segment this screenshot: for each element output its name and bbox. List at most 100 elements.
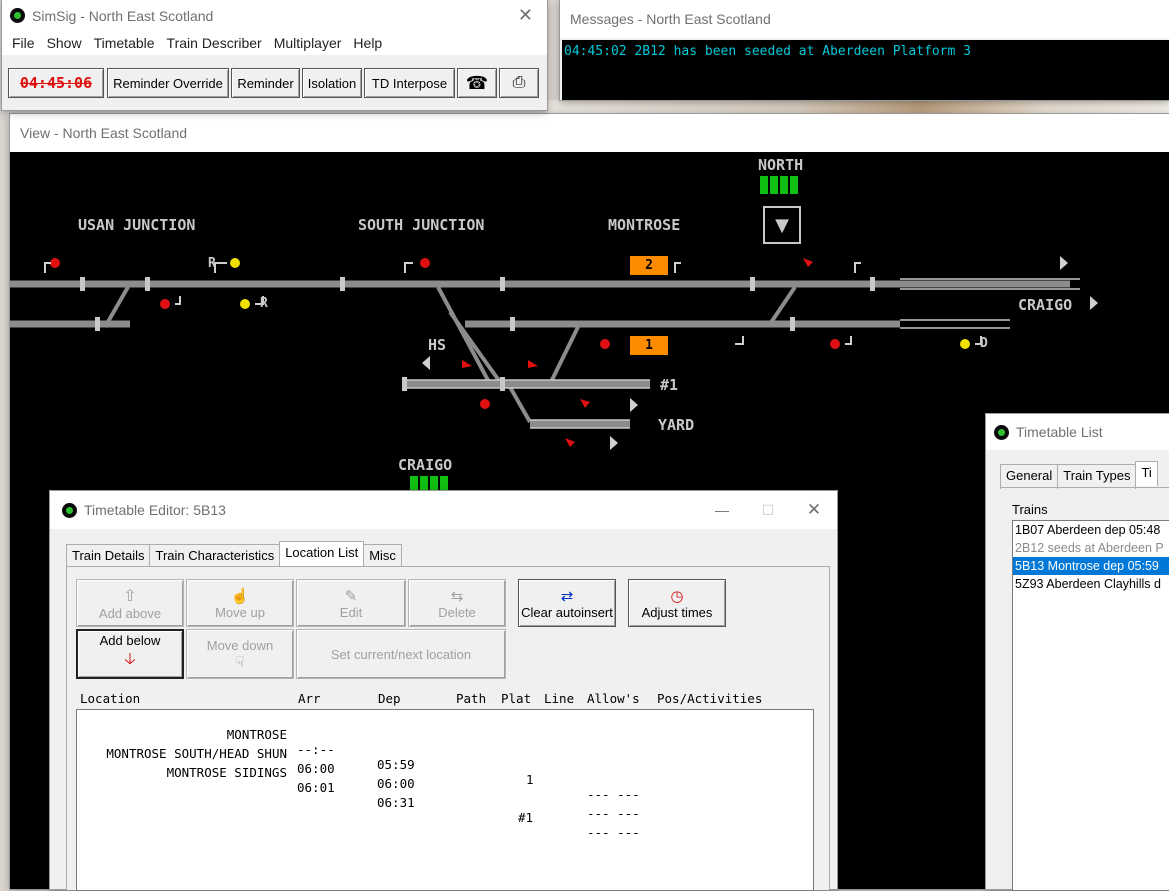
column-header-path: Path [456,691,487,706]
menu-help[interactable]: Help [347,35,388,51]
close-icon[interactable]: ✕ [791,500,837,520]
cell-allows: --- --- [587,787,640,802]
minimize-icon[interactable]: — [699,502,745,518]
simsig-main-window: SimSig - North East Scotland ✕ File Show… [2,0,547,110]
list-item[interactable]: 2B12 seeds at Aberdeen P [1013,539,1169,557]
isolation-button[interactable]: Isolation [302,68,362,98]
menu-train-describer[interactable]: Train Describer [161,35,268,51]
list-item-selected[interactable]: 5B13 Montrose dep 05:59 [1013,557,1169,575]
column-header-plat: Plat [501,691,532,706]
tab-general[interactable]: General [1000,464,1059,489]
menu-timetable[interactable]: Timetable [88,35,161,51]
main-menubar: File Show Timetable Train Describer Mult… [2,31,547,55]
column-header-line: Line [544,691,575,706]
td-interpose-button[interactable]: TD Interpose [364,68,455,98]
messages-titlebar: Messages - North East Scotland [560,0,1169,38]
move-down-button[interactable]: Move down ☟ [186,629,294,679]
reminder-override-button[interactable]: Reminder Override [107,68,229,98]
list-item[interactable]: 5Z93 Aberdeen Clayhills d [1013,575,1169,593]
cell-plat: #1 [518,810,534,825]
cell-location: MONTROSE SIDINGS [166,765,287,780]
cell-arr: 06:01 [297,780,335,795]
table-row[interactable]: MONTROSE --:-- 05:59 1 --- --- [77,712,807,802]
reminder-button[interactable]: Reminder [231,68,300,98]
main-titlebar: SimSig - North East Scotland ✕ [2,0,547,31]
label-usan-junction: USAN JUNCTION [78,216,196,234]
delete-button[interactable]: ⇆ Delete [408,579,506,627]
label-montrose: MONTROSE [608,216,681,234]
clock-icon: ◷ [670,587,684,605]
trains-list[interactable]: 1B07 Aberdeen dep 05:48 2B12 seeds at Ab… [1012,520,1169,891]
arrow-down-icon: 🡣 [124,651,136,668]
tab-train-types[interactable]: Train Types [1057,464,1137,489]
printer-icon[interactable]: ⎙ [499,68,539,98]
move-up-button[interactable]: ☝ Move up [186,579,294,627]
column-header-pos-activities: Pos/Activities [657,691,763,706]
column-header-arr: Arr [298,691,321,706]
cell-plat: 1 [526,772,534,787]
add-below-button[interactable]: Add below 🡣 [76,629,184,679]
telephone-icon[interactable]: ☎ [457,68,497,98]
north-indicator [760,176,800,194]
view-title: View - North East Scotland [20,125,188,141]
simsig-app-icon [10,8,25,23]
tab-location-list[interactable]: Location List [279,541,365,566]
menu-multiplayer[interactable]: Multiplayer [268,35,348,51]
crossover-montrose [548,326,580,385]
timetable-list-window: Timetable List General Train Types Ti Tr… [986,414,1169,891]
set-current-next-button[interactable]: Set current/next location [296,629,506,679]
cell-allows: --- --- [587,806,640,821]
adjust-times-button[interactable]: ◷ Adjust times [628,579,726,627]
label-r1: R [208,256,216,271]
berth-platform-1[interactable]: 1 [630,336,668,355]
table-row[interactable]: MONTROSE SIDINGS 06:01 06:31 #1 --- --- [77,750,807,840]
messages-window: Messages - North East Scotland 04:45:02 … [560,0,1169,100]
close-icon[interactable]: ✕ [518,5,533,26]
hand-up-icon: ☝ [230,587,250,605]
label-craigo-bottom: CRAIGO [398,456,453,474]
tab-timetables[interactable]: Ti [1135,461,1158,486]
craigo-indicator [410,476,450,490]
autoinsert-icon: ⇄ [560,587,574,605]
column-header-location: Location [80,691,141,706]
north-interface-icon[interactable]: ▼ [763,206,801,244]
berth-platform-2[interactable]: 2 [630,256,668,275]
messages-pane[interactable]: 04:45:02 2B12 has been seeded at Aberdee… [562,40,1169,100]
menu-show[interactable]: Show [41,35,88,51]
edit-button[interactable]: ✎ Edit [296,579,406,627]
cell-allows: --- --- [587,825,640,840]
editor-titlebar: Timetable Editor: 5B13 — ☐ ✕ [50,491,837,529]
label-yard: YARD [658,416,695,434]
delete-icon: ⇆ [450,587,464,605]
label-craigo-right: CRAIGO [1018,296,1073,314]
label-north: NORTH [758,156,804,174]
list-item[interactable]: 1B07 Aberdeen dep 05:48 [1013,521,1169,539]
cell-dep: 06:00 [377,776,415,791]
main-title: SimSig - North East Scotland [32,7,214,24]
crossover-yard [508,386,532,423]
timetable-editor-window: Timetable Editor: 5B13 — ☐ ✕ Train Detai… [50,491,837,891]
cell-dep: 06:31 [377,795,415,810]
label-south-junction: SOUTH JUNCTION [358,216,485,234]
clear-autoinsert-button[interactable]: ⇄ Clear autoinsert [518,579,616,627]
maximize-icon[interactable]: ☐ [745,502,791,519]
hand-down-icon: ☟ [235,653,245,671]
clock-display[interactable]: 04:45:06 [8,68,104,98]
label-d: D [980,336,988,351]
add-above-button[interactable]: ⇧ Add above [76,579,184,627]
location-list[interactable]: MONTROSE --:-- 05:59 1 --- --- MONTROSE … [76,709,814,891]
desktop-background [548,100,1169,114]
arrow-up-icon: ⇧ [123,587,137,605]
label-r2: R [260,296,268,311]
timetable-list-app-icon [994,424,1009,440]
editor-title: Timetable Editor: 5B13 [84,502,226,518]
messages-title: Messages - North East Scotland [570,11,771,27]
menu-file[interactable]: File [6,35,41,51]
column-header-allows: Allow's [587,691,640,706]
message-line: 04:45:02 2B12 has been seeded at Aberdee… [564,44,971,59]
table-row[interactable]: MONTROSE SOUTH/HEAD SHUN 06:00 06:00 ---… [77,731,807,821]
timetable-list-titlebar: Timetable List [986,414,1169,450]
view-titlebar: View - North East Scotland [10,114,1169,152]
editor-app-icon [62,502,77,518]
yellow-signals [230,258,970,349]
